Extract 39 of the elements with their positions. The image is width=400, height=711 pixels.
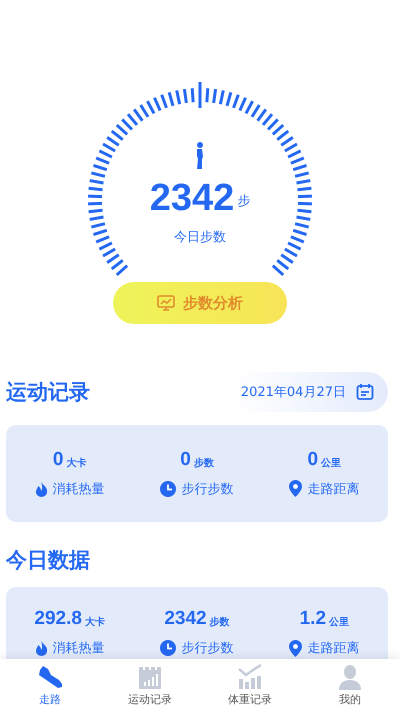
stat-unit: 步数 — [210, 616, 230, 629]
stat-unit: 大卡 — [66, 456, 86, 470]
location-pin-icon — [289, 480, 302, 497]
step-count: 2342 — [150, 178, 234, 218]
tab[interactable]: 体重记录 — [200, 659, 300, 711]
sneaker-icon — [37, 664, 63, 690]
stat-label: 步行步数 — [181, 480, 234, 498]
tab[interactable]: 运动记录 — [100, 659, 200, 711]
tab[interactable]: 走路 — [0, 659, 100, 711]
stat-value: 0 — [52, 450, 64, 470]
stat-value: 1.2 — [300, 609, 326, 629]
bar-chart-check-icon — [237, 664, 263, 690]
user-icon — [338, 664, 362, 690]
stat-label: 走路距离 — [307, 480, 360, 498]
stat-unit: 公里 — [321, 456, 342, 470]
stat-value: 292.8 — [34, 609, 82, 629]
clock-icon — [160, 480, 176, 496]
calendar-icon — [356, 383, 374, 401]
flame-icon — [34, 480, 48, 496]
stat-label: 消耗热量 — [52, 480, 105, 498]
stat-label: 步行步数 — [181, 640, 234, 657]
stat-value: 0 — [308, 450, 318, 470]
step-unit: 步 — [237, 193, 250, 210]
stat-value: 0 — [180, 450, 191, 470]
person-icon — [194, 142, 206, 170]
location-pin-icon — [289, 640, 302, 656]
clock-icon — [160, 640, 176, 656]
stat-unit: 步数 — [194, 456, 214, 470]
stat-label: 走路距离 — [307, 640, 360, 657]
tab[interactable]: 我的 — [300, 659, 400, 711]
flame-icon — [34, 640, 48, 656]
stat-value: 2342 — [164, 609, 207, 629]
gauge-label: 今日步数 — [174, 229, 226, 246]
stat-unit: 公里 — [329, 616, 350, 629]
stat-unit: 大卡 — [84, 616, 105, 629]
section-heading: 运动记录 — [6, 379, 90, 406]
section-heading: 今日数据 — [6, 547, 90, 574]
presentation-chart-icon — [157, 295, 175, 311]
stat-label: 消耗热量 — [52, 640, 105, 657]
